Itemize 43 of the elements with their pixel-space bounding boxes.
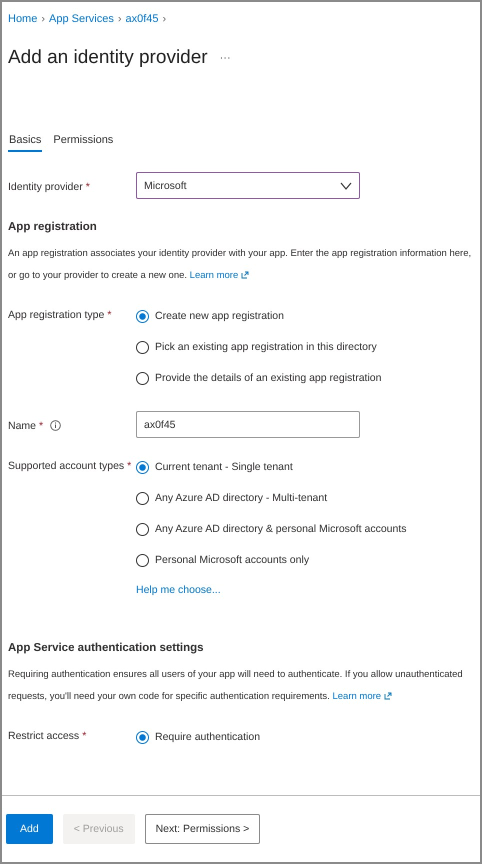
field-label: Name — [8, 420, 36, 432]
tab[interactable]: Permissions — [52, 130, 114, 152]
breadcrumb-link[interactable]: ax0f45 — [126, 13, 159, 25]
radio-option[interactable]: Any Azure AD directory & personal Microsoft accounts — [136, 520, 407, 538]
external-link-icon — [240, 271, 249, 279]
breadcrumb-separator: › — [118, 13, 122, 25]
radio-option[interactable]: Current tenant - Single tenant — [136, 458, 407, 476]
breadcrumb-link[interactable]: Home — [8, 13, 38, 25]
section-description: An app registration associates your identity provider with your app. Enter the app registration information here, or go to your provider to create a new one. Learn more — [8, 247, 472, 283]
identity-provider-dropdown[interactable]: Microsoft — [136, 172, 360, 199]
external-link-icon — [384, 692, 392, 700]
field-label: Restrict access — [8, 730, 80, 742]
required-mark: * — [82, 730, 86, 742]
field-label: Supported account types — [8, 460, 124, 472]
tab[interactable]: Basics — [8, 130, 42, 152]
footer-button[interactable]: Add — [6, 814, 53, 844]
learn-more-link[interactable]: Learn more — [332, 691, 392, 702]
help-link[interactable]: Help me choose... — [136, 584, 407, 596]
chevron-down-icon — [340, 182, 352, 190]
radio-option[interactable]: Provide the details of an existing app registration — [136, 369, 382, 387]
more-button[interactable]: ··· — [220, 52, 231, 64]
radio-option[interactable]: Pick an existing app registration in this directory — [136, 338, 382, 356]
radio-option[interactable]: Create new app registration — [136, 307, 382, 325]
radio-option[interactable]: Personal Microsoft accounts only — [136, 551, 407, 569]
breadcrumb-separator: › — [162, 13, 166, 25]
required-mark: * — [107, 309, 112, 321]
info-icon[interactable] — [50, 420, 62, 431]
field-label: App registration type — [8, 309, 104, 321]
breadcrumb-link[interactable]: App Services — [49, 13, 114, 25]
section-heading: App registration — [8, 221, 98, 233]
name-field[interactable]: ax0f45 — [136, 411, 360, 438]
radio-option[interactable]: Any Azure AD directory - Multi-tenant — [136, 489, 407, 507]
page-title: Add an identity provider — [8, 47, 208, 69]
field-label: Identity provider — [8, 180, 83, 192]
required-mark: * — [86, 180, 90, 192]
section-description: Requiring authentication ensures all users of your app will need to authenticate. If you allow unauthenticated requests, you'll need your own code for specific authentication requirements. Learn more — [8, 668, 464, 704]
breadcrumb-separator: › — [41, 13, 46, 25]
radio-option[interactable]: Require authentication — [136, 728, 260, 746]
footer-button[interactable]: Next: Permissions > — [144, 814, 260, 844]
required-mark: * — [127, 460, 132, 472]
required-mark: * — [39, 420, 44, 432]
learn-more-link[interactable]: Learn more — [190, 270, 249, 281]
section-heading: App Service authentication settings — [8, 642, 205, 654]
